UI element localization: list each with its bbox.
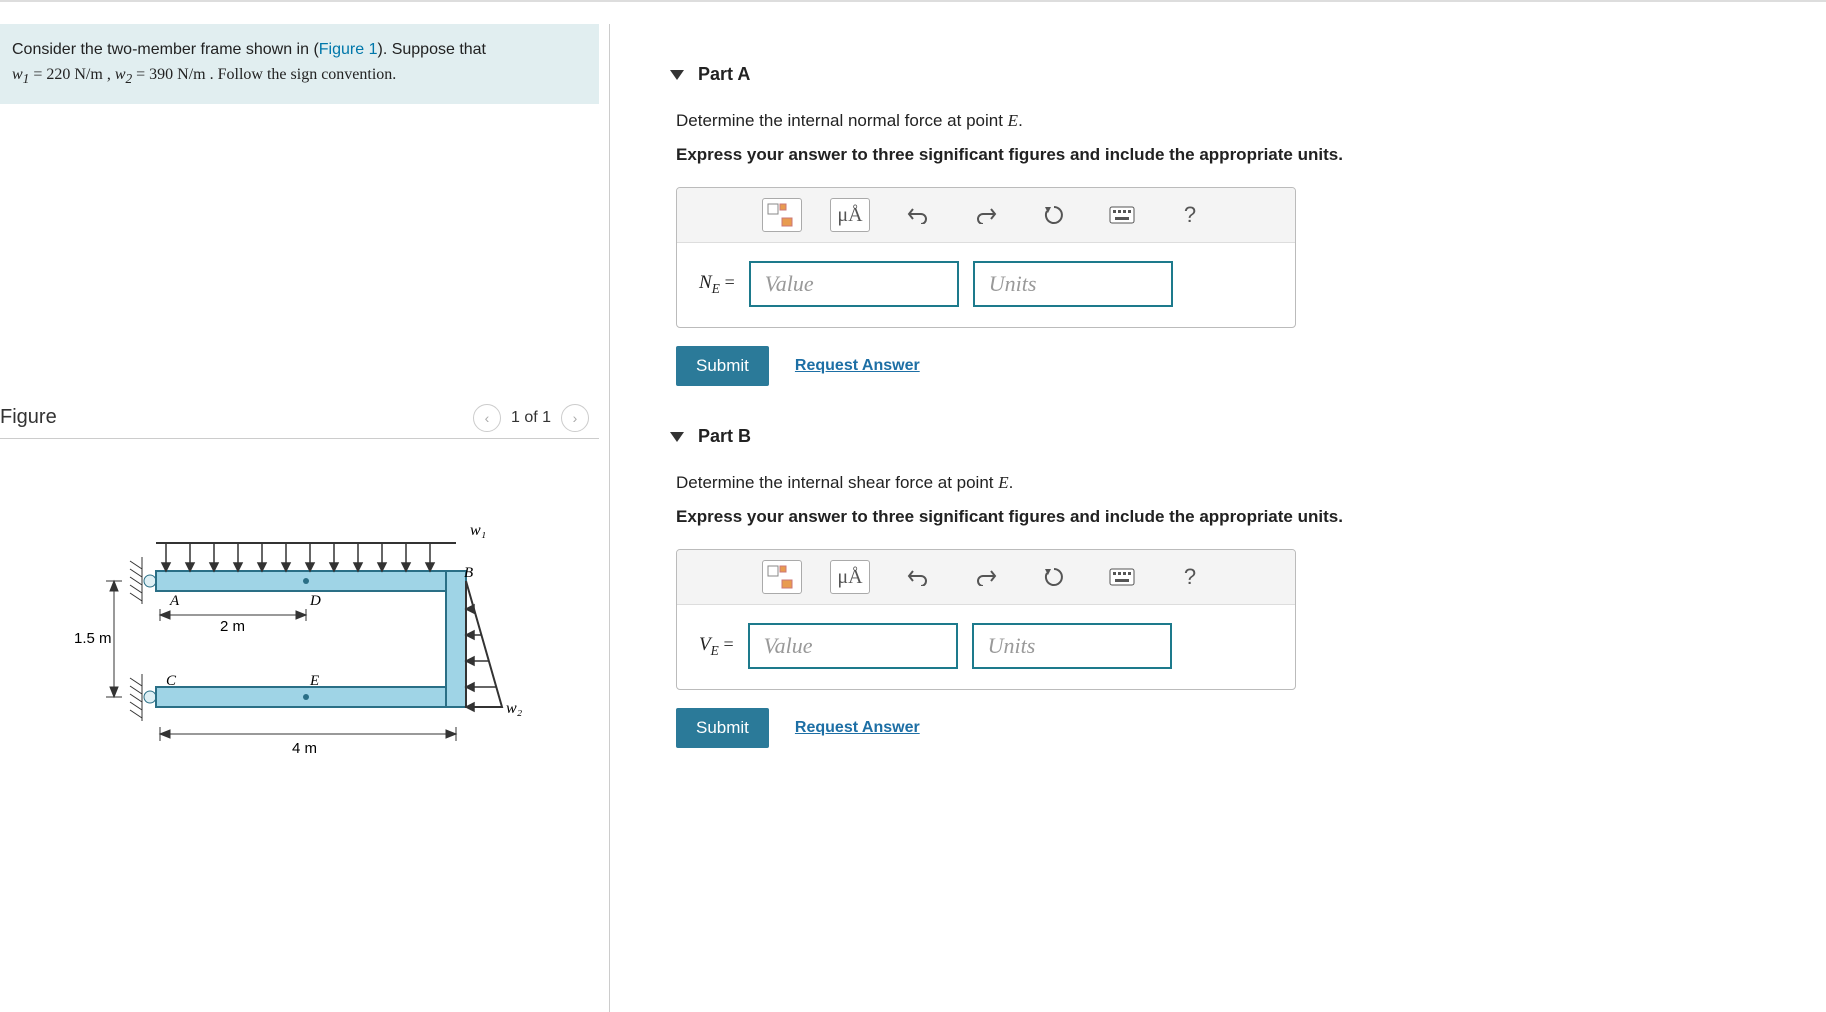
prompt-instruction: Express your answer to three significant… — [676, 507, 1796, 527]
submit-button[interactable]: Submit — [676, 346, 769, 386]
svg-text:4 m: 4 m — [292, 740, 317, 757]
text: Consider the two-member frame shown in ( — [12, 41, 319, 58]
collapse-icon[interactable] — [670, 432, 684, 442]
input-toolbar: μÅ ? — [677, 188, 1295, 243]
keyboard-icon[interactable] — [1102, 560, 1142, 594]
var-w1: w1 — [12, 66, 29, 83]
svg-text:A: A — [169, 593, 180, 609]
value-input[interactable]: Value — [748, 623, 958, 669]
figure-heading: Figure — [0, 406, 57, 429]
submit-button[interactable]: Submit — [676, 708, 769, 748]
text: = 390 N/m . Follow the sign convention. — [132, 66, 396, 83]
svg-text:2 m: 2 m — [220, 618, 245, 635]
figure-pager: ‹ 1 of 1 › — [473, 404, 589, 432]
keyboard-icon[interactable] — [1102, 198, 1142, 232]
redo-icon[interactable] — [966, 560, 1006, 594]
problem-statement: Consider the two-member frame shown in (… — [0, 24, 599, 104]
prompt-text: Determine the internal normal force at p… — [676, 111, 1796, 131]
svg-text:D: D — [309, 593, 321, 609]
text: = 220 N/m , — [29, 66, 114, 83]
units-input[interactable]: Units — [973, 261, 1173, 307]
units-input[interactable]: Units — [972, 623, 1172, 669]
svg-text:1.5 m: 1.5 m — [74, 630, 112, 647]
request-answer-link[interactable]: Request Answer — [795, 719, 920, 737]
templates-button[interactable] — [762, 560, 802, 594]
help-icon[interactable]: ? — [1170, 560, 1210, 594]
variable-label: VE = — [699, 634, 734, 659]
part-title: Part A — [698, 64, 750, 85]
svg-text:B: B — [464, 565, 473, 581]
pager-next-button[interactable]: › — [561, 404, 589, 432]
prompt-text: Determine the internal shear force at po… — [676, 473, 1796, 493]
undo-icon[interactable] — [898, 198, 938, 232]
answer-box: μÅ ? — [676, 549, 1296, 690]
symbols-button[interactable]: μÅ — [830, 198, 870, 232]
figure-link[interactable]: Figure 1 — [319, 41, 378, 58]
reset-icon[interactable] — [1034, 198, 1074, 232]
templates-button[interactable] — [762, 198, 802, 232]
pager-prev-button[interactable]: ‹ — [473, 404, 501, 432]
text: ). Suppose that — [377, 41, 486, 58]
collapse-icon[interactable] — [670, 70, 684, 80]
help-icon[interactable]: ? — [1170, 198, 1210, 232]
svg-text:C: C — [166, 673, 177, 689]
part-a: Part A Determine the internal normal for… — [670, 64, 1796, 386]
svg-text:w₁: w₁ — [470, 522, 486, 539]
var-w2: w2 — [115, 66, 132, 83]
svg-text:E: E — [309, 673, 319, 689]
answer-box: μÅ ? — [676, 187, 1296, 328]
value-input[interactable]: Value — [749, 261, 959, 307]
input-toolbar: μÅ ? — [677, 550, 1295, 605]
figure-diagram: w₁ w₂ A B C D E 1.5 m 2 m 4 m — [70, 509, 599, 774]
part-title: Part B — [698, 426, 751, 447]
svg-text:w₂: w₂ — [506, 700, 523, 717]
prompt-instruction: Express your answer to three significant… — [676, 145, 1796, 165]
variable-label: NE = — [699, 272, 735, 297]
redo-icon[interactable] — [966, 198, 1006, 232]
pager-text: 1 of 1 — [511, 409, 551, 427]
undo-icon[interactable] — [898, 560, 938, 594]
reset-icon[interactable] — [1034, 560, 1074, 594]
symbols-button[interactable]: μÅ — [830, 560, 870, 594]
request-answer-link[interactable]: Request Answer — [795, 357, 920, 375]
part-b: Part B Determine the internal shear forc… — [670, 426, 1796, 748]
